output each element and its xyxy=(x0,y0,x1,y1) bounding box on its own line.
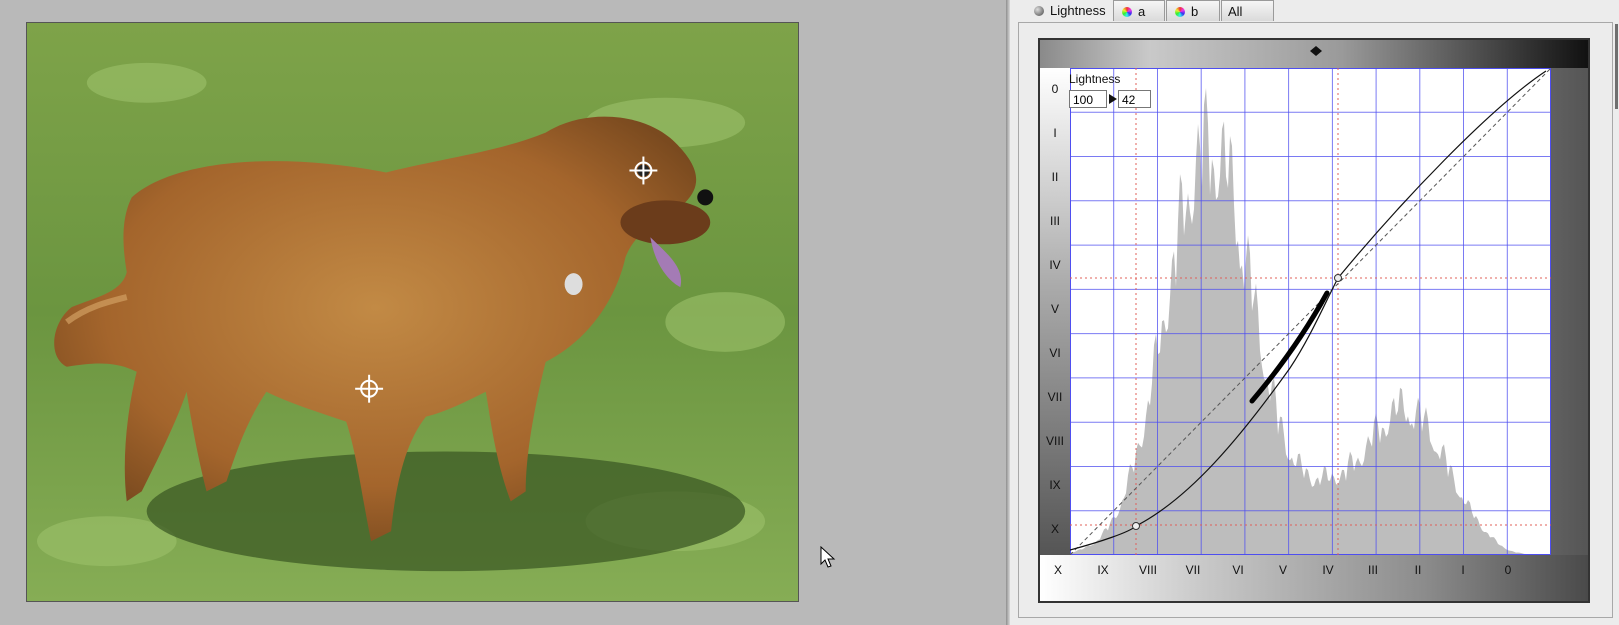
tab-all[interactable]: All xyxy=(1221,0,1274,21)
tab-all-label: All xyxy=(1228,4,1243,19)
color-wheel-icon xyxy=(1122,7,1132,17)
output-value-field[interactable]: 42 xyxy=(1118,90,1151,108)
zone-label-y: I xyxy=(1053,126,1057,140)
zone-label-x: X xyxy=(1053,563,1062,577)
zone-label-x: V xyxy=(1278,563,1287,577)
zone-label-x: IV xyxy=(1322,563,1334,577)
zone-label-y: VII xyxy=(1047,390,1063,404)
zone-label-y: VI xyxy=(1049,346,1061,360)
zone-label-y: VIII xyxy=(1045,434,1064,448)
curve-control-point[interactable] xyxy=(1334,274,1342,282)
sphere-icon xyxy=(1034,6,1044,16)
input-zone-bar xyxy=(1040,555,1588,601)
zone-label-y: IV xyxy=(1049,258,1061,272)
zone-label-y: X xyxy=(1050,522,1059,536)
curve-graph[interactable] xyxy=(1070,68,1551,555)
zone-label-y: II xyxy=(1051,170,1059,184)
photo-canvas[interactable] xyxy=(26,22,799,602)
zone-label-y: III xyxy=(1049,214,1060,228)
tab-b-label: b xyxy=(1191,4,1199,19)
input-value-field[interactable]: 100 xyxy=(1069,90,1107,108)
mouse-pointer-icon xyxy=(820,546,836,568)
zone-label-x: VIII xyxy=(1138,563,1157,577)
arrow-right-icon xyxy=(1109,94,1117,104)
zone-label-y: 0 xyxy=(1051,82,1059,96)
tab-b[interactable]: b xyxy=(1166,0,1220,21)
tab-lightness[interactable]: Lightness xyxy=(1026,0,1112,21)
tab-a[interactable]: a xyxy=(1113,0,1165,21)
zone-label-x: VII xyxy=(1185,563,1201,577)
tab-lightness-label: Lightness xyxy=(1050,3,1106,18)
zone-label-y: IX xyxy=(1049,478,1061,492)
channel-tabs: Lightness a b All xyxy=(1010,0,1619,22)
zone-label-x: 0 xyxy=(1504,563,1512,577)
curve-plot[interactable] xyxy=(1070,68,1551,555)
curve-channel-title: Lightness xyxy=(1069,72,1121,86)
curve-control-point[interactable] xyxy=(1132,522,1140,530)
zone-label-x: VI xyxy=(1232,563,1244,577)
zone-label-x: IX xyxy=(1097,563,1109,577)
image-workspace xyxy=(0,0,1005,625)
selected-curve-segment[interactable] xyxy=(1249,290,1330,404)
tab-a-label: a xyxy=(1138,4,1146,19)
curve-editor: 0 I II III IV V VI VII VIII IX X X IX VIII VII VI V IV II… xyxy=(1038,38,1590,603)
color-wheel-icon xyxy=(1175,7,1185,17)
zone-label-x: II xyxy=(1414,563,1422,577)
zone-label-x: I xyxy=(1461,563,1465,577)
scrollbar-thumb[interactable] xyxy=(1615,24,1618,109)
zone-label-x: III xyxy=(1367,563,1378,577)
dog-photo xyxy=(27,23,798,601)
midpoint-arrow-icon[interactable] xyxy=(1310,46,1322,56)
zone-label-y: V xyxy=(1050,302,1059,316)
